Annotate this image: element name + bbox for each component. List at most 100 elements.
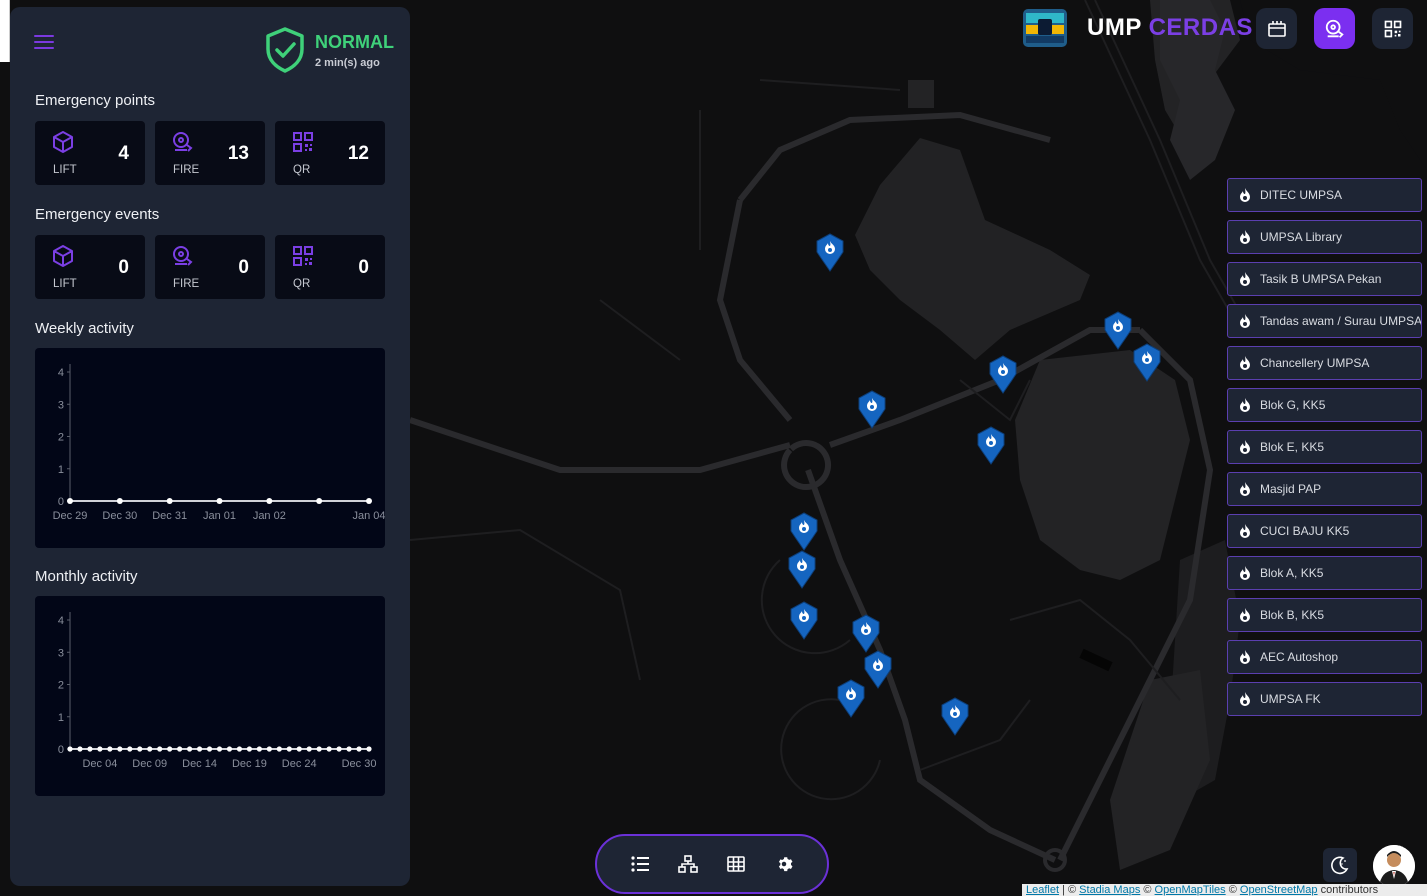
y-tick-label: 2 <box>58 680 64 692</box>
y-tick-label: 1 <box>58 712 64 724</box>
fire-marker[interactable] <box>1132 342 1162 382</box>
y-tick-label: 4 <box>58 367 64 379</box>
fire-marker[interactable] <box>836 678 866 718</box>
card-label: LIFT <box>53 278 77 290</box>
avatar[interactable] <box>1373 845 1415 887</box>
fire-icon <box>1240 482 1250 496</box>
data-point <box>216 498 223 504</box>
monthly-chart-svg: 0 1 2 3 4 Dec 04 Dec 09 Dec 14 Dec 19 Dec 24 Dec 3… <box>58 612 377 770</box>
location-item[interactable]: Blok G, KK5 <box>1227 388 1422 422</box>
sitemap-button[interactable] <box>678 854 698 874</box>
card-value: 4 <box>118 143 129 164</box>
fire-alarm-icon <box>1325 19 1344 38</box>
location-item[interactable]: Tasik B UMPSA Pekan <box>1227 262 1422 296</box>
data-point <box>77 746 83 752</box>
data-point <box>296 746 302 752</box>
location-label: Chancellery UMPSA <box>1260 356 1370 370</box>
card-qr-points[interactable]: QR 12 <box>275 121 385 185</box>
fire-icon <box>1240 272 1250 286</box>
location-item[interactable]: Tandas awam / Surau UMPSA <box>1227 304 1422 338</box>
fire-marker[interactable] <box>976 425 1006 465</box>
y-tick-label: 3 <box>58 399 64 411</box>
status-time: 2 min(s) ago <box>315 56 380 69</box>
data-point <box>226 746 233 752</box>
data-point <box>137 746 143 752</box>
data-point <box>366 746 372 752</box>
card-fire-events[interactable]: FIRE 0 <box>155 235 265 299</box>
y-tick-label: 4 <box>58 615 64 627</box>
y-tick-label: 2 <box>58 432 64 444</box>
map-tile-edge <box>0 0 10 62</box>
location-item[interactable]: Masjid PAP <box>1227 472 1422 506</box>
data-point <box>356 746 362 752</box>
theme-toggle-button[interactable] <box>1323 848 1357 882</box>
map-pin-icon <box>816 233 844 272</box>
location-label: DITEC UMPSA <box>1260 188 1343 202</box>
x-tick-label: Dec 09 <box>132 758 167 770</box>
data-point <box>326 746 332 752</box>
menu-button[interactable] <box>32 31 56 53</box>
openmaptiles-link[interactable]: OpenMapTiles <box>1155 884 1226 896</box>
x-tick-label: Dec 14 <box>182 758 217 770</box>
fire-marker[interactable] <box>789 511 819 551</box>
leaflet-link[interactable]: Leaflet <box>1026 884 1059 896</box>
data-point <box>306 746 312 752</box>
data-point <box>286 746 292 752</box>
weekly-activity-chart: 0 1 2 3 4 Dec 29 Dec 30 Dec 31 Jan 01 Jan 02 Jan 0… <box>35 348 385 548</box>
data-point <box>246 746 252 752</box>
fire-marker[interactable] <box>863 649 893 689</box>
card-value: 13 <box>227 143 249 164</box>
emergency-events-cards: LIFT 0 FIRE 0 QR 0 <box>35 235 385 299</box>
location-item[interactable]: AEC Autoshop <box>1227 640 1422 674</box>
fire-marker[interactable] <box>1103 310 1133 350</box>
weekly-chart-svg: 0 1 2 3 4 Dec 29 Dec 30 Dec 31 Jan 01 Jan 02 Jan 0… <box>53 364 385 522</box>
fire-marker[interactable] <box>857 389 887 429</box>
fire-marker[interactable] <box>940 696 970 736</box>
card-qr-events[interactable]: QR 0 <box>275 235 385 299</box>
card-label: QR <box>293 164 311 176</box>
location-item[interactable]: Chancellery UMPSA <box>1227 346 1422 380</box>
fire-marker[interactable] <box>789 600 819 640</box>
monthly-activity-title: Monthly activity <box>35 568 138 585</box>
data-point <box>97 746 103 752</box>
location-label: Tandas awam / Surau UMPSA <box>1260 314 1422 328</box>
list-button[interactable] <box>630 854 650 874</box>
fire-alarm-button[interactable] <box>1314 8 1355 49</box>
card-fire-points[interactable]: FIRE 13 <box>155 121 265 185</box>
system-status: NORMAL 2 min(s) ago <box>265 27 394 73</box>
location-item[interactable]: UMPSA FK <box>1227 682 1422 716</box>
card-lift-events[interactable]: LIFT 0 <box>35 235 145 299</box>
data-point <box>127 746 133 752</box>
lift-button[interactable] <box>1256 8 1297 49</box>
location-item[interactable]: Blok E, KK5 <box>1227 430 1422 464</box>
location-item[interactable]: CUCI BAJU KK5 <box>1227 514 1422 548</box>
status-label: NORMAL <box>315 31 394 52</box>
location-item[interactable]: Blok B, KK5 <box>1227 598 1422 632</box>
card-lift-points[interactable]: LIFT 4 <box>35 121 145 185</box>
fire-marker[interactable] <box>787 549 817 589</box>
fire-icon <box>1240 398 1250 412</box>
location-label: Blok E, KK5 <box>1260 440 1325 454</box>
fire-icon <box>1240 524 1250 538</box>
table-button[interactable] <box>726 854 746 874</box>
qr-icon <box>1384 20 1401 37</box>
fire-icon <box>1240 230 1250 244</box>
fire-icon <box>1240 440 1250 454</box>
qr-icon <box>293 246 313 266</box>
location-item[interactable]: DITEC UMPSA <box>1227 178 1422 212</box>
fire-marker[interactable] <box>988 354 1018 394</box>
location-item[interactable]: Blok A, KK5 <box>1227 556 1422 590</box>
stadia-link[interactable]: Stadia Maps <box>1079 884 1140 896</box>
x-tick-label: Dec 30 <box>342 758 377 770</box>
sitemap-icon <box>678 855 698 873</box>
map-pin-icon <box>790 512 818 551</box>
settings-button[interactable] <box>774 854 794 874</box>
x-tick-label: Dec 19 <box>232 758 267 770</box>
fire-marker[interactable] <box>815 232 845 272</box>
location-item[interactable]: UMPSA Library <box>1227 220 1422 254</box>
fire-marker[interactable] <box>851 613 881 653</box>
qr-button[interactable] <box>1372 8 1413 49</box>
osm-link[interactable]: OpenStreetMap <box>1240 884 1318 896</box>
data-point <box>167 746 173 752</box>
card-label: LIFT <box>53 164 77 176</box>
